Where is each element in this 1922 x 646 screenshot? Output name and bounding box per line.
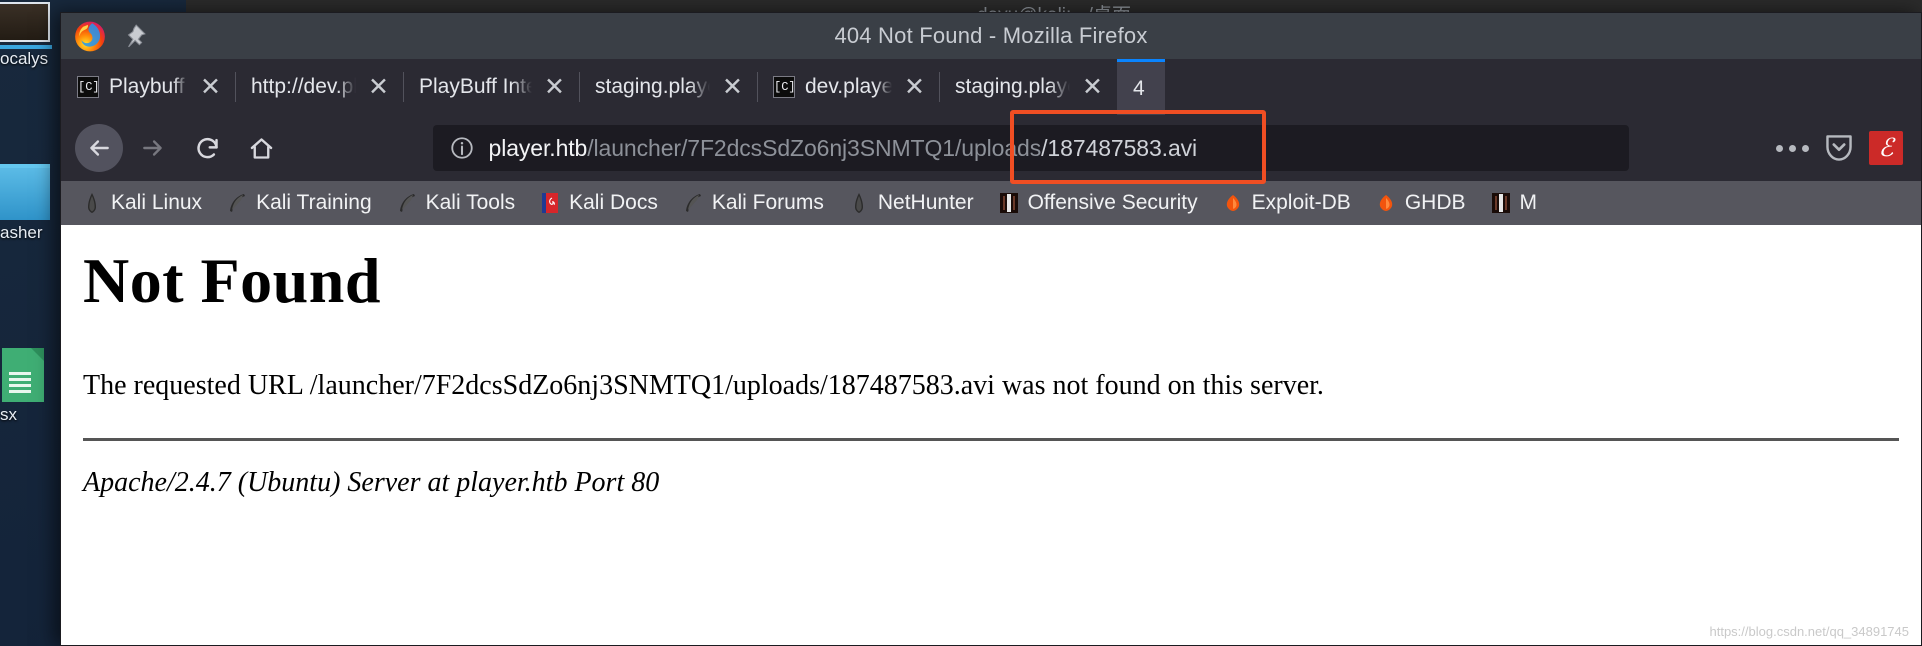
spreadsheet-file-icon (2, 348, 44, 402)
desktop-icon-label: ocalys (0, 49, 49, 68)
urlbar-container: player.htb/launcher/7F2dcsSdZo6nj3SNMTQ1… (291, 110, 1770, 184)
bookmark-label: Offensive Security (1027, 191, 1198, 214)
bookmark-label: Kali Docs (569, 191, 658, 214)
back-arrow-icon (90, 140, 109, 156)
browser-tab[interactable]: PlayBuff Internal C ✕ (403, 59, 579, 115)
bookmark-label: Kali Linux (111, 191, 203, 214)
tab-close-icon[interactable]: ✕ (198, 74, 223, 100)
kali-dragon-icon (854, 193, 863, 213)
tab-close-icon[interactable]: ✕ (720, 74, 745, 100)
tab-close-icon[interactable]: ✕ (902, 74, 927, 100)
bookmark-offensive-security[interactable]: Offensive Security (988, 188, 1208, 218)
bookmark-exploit-db[interactable]: Exploit-DB (1212, 188, 1361, 218)
tab-close-icon[interactable]: ✕ (542, 74, 567, 100)
blue-file-icon (0, 164, 50, 220)
bookmark-kali-forums[interactable]: Kali Forums (672, 188, 834, 218)
forward-arrow-icon (143, 140, 162, 156)
bookmark-kali-docs[interactable]: Kali Docs (529, 188, 668, 218)
tab-title: 4 (1133, 76, 1145, 100)
horizontal-divider (83, 438, 1899, 442)
error-description: The requested URL /launcher/7F2dcsSdZo6n… (83, 370, 1324, 402)
forward-button[interactable] (129, 124, 177, 172)
exploit-db-icon (1226, 195, 1239, 211)
address-bar[interactable]: player.htb/launcher/7F2dcsSdZo6nj3SNMTQ1… (432, 110, 1629, 184)
browser-tab[interactable]: staging.player.htb ✕ (939, 59, 1117, 115)
desktop-icon-spreadsheet[interactable]: sx (0, 348, 60, 425)
page-content: Not Found The requested URL /launcher/7F… (61, 225, 1921, 645)
bookmark-nethunter[interactable]: NetHunter (838, 188, 984, 218)
url-text[interactable]: player.htb/launcher/7F2dcsSdZo6nj3SNMTQ1… (489, 135, 1198, 162)
tab-close-icon[interactable]: ✕ (366, 74, 391, 100)
tab-title: staging.player.htb (595, 75, 710, 98)
server-signature: Apache/2.4.7 (Ubuntu) Server at player.h… (83, 467, 660, 499)
exploit-db-icon (1379, 195, 1393, 211)
bookmark-ghdb[interactable]: GHDB (1365, 188, 1476, 218)
page-info-icon[interactable] (449, 135, 475, 161)
photo-thumbnail-icon (0, 2, 50, 42)
reload-button[interactable] (183, 124, 231, 172)
window-brand-area (61, 13, 221, 59)
tab-title: Playbuff - Dev P (109, 75, 188, 98)
kali-docs-book-icon (542, 193, 559, 213)
browser-tab[interactable]: [C] dev.player.htbA ✕ (757, 59, 939, 115)
back-button[interactable] (75, 124, 123, 172)
tab-title: PlayBuff Internal C (419, 75, 533, 98)
home-button[interactable] (237, 124, 285, 172)
tab-favicon-icon: [C] (77, 76, 100, 98)
tab-strip[interactable]: [C] Playbuff - Dev P ✕ http://dev.player… (61, 59, 1921, 115)
toolbar-right-actions: ℰ (1776, 131, 1903, 165)
flash-extension-icon[interactable]: ℰ (1869, 131, 1903, 165)
offsec-icon (1491, 193, 1510, 213)
offsec-icon (999, 193, 1018, 213)
bookmark-label: M (1519, 191, 1538, 214)
page-title: Not Found (83, 245, 381, 316)
browser-tab-active[interactable]: 4 (1117, 59, 1165, 115)
firefox-window: 404 Not Found - Mozilla Firefox [C] Play… (60, 12, 1922, 646)
bookmark-kali-training[interactable]: Kali Training (216, 188, 382, 218)
bookmark-label: Kali Forums (711, 191, 824, 214)
tab-title: http://dev.player.h (251, 75, 357, 98)
tab-title: dev.player.htbA (805, 75, 893, 98)
bookmark-kali-tools[interactable]: Kali Tools (386, 188, 526, 218)
kali-feather-icon (685, 194, 701, 212)
bookmark-label: GHDB (1404, 191, 1466, 214)
desktop-icon-label: asher (0, 223, 43, 242)
more-options-icon[interactable] (1776, 144, 1809, 152)
url-host: player.htb (488, 134, 588, 161)
bookmark-label: NetHunter (877, 191, 974, 214)
tab-close-icon[interactable]: ✕ (1080, 74, 1105, 100)
desktop-icon-label: sx (0, 405, 17, 424)
bookmark-kali-linux[interactable]: Kali Linux (71, 188, 212, 218)
window-title: 404 Not Found - Mozilla Firefox (834, 23, 1148, 48)
url-path: /launcher/7F2dcsSdZo6nj3SNMTQ1/uploads (587, 134, 1042, 161)
bookmark-label: Kali Training (256, 191, 372, 214)
kali-feather-icon (230, 194, 246, 212)
bookmark-label: Kali Tools (425, 191, 516, 214)
kali-dragon-icon (88, 193, 96, 213)
desktop-icon-blue[interactable]: asher (0, 164, 60, 243)
browser-tab[interactable]: [C] Playbuff - Dev P ✕ (61, 59, 235, 115)
pin-icon[interactable] (121, 23, 147, 49)
bookmarks-toolbar[interactable]: Kali Linux Kali Training Kali Tools Kali… (61, 181, 1921, 225)
browser-tab[interactable]: http://dev.player.h ✕ (235, 59, 403, 115)
pocket-icon[interactable] (1825, 133, 1853, 163)
tab-favicon-icon: [C] (773, 76, 796, 98)
desktop-icon-photo[interactable]: ocalys (0, 2, 60, 69)
document-lines-icon (9, 372, 31, 396)
home-icon (250, 137, 272, 159)
bookmark-label: Exploit-DB (1251, 191, 1351, 214)
firefox-logo-icon (75, 21, 105, 52)
reload-icon (196, 137, 218, 158)
window-titlebar[interactable]: 404 Not Found - Mozilla Firefox (61, 13, 1921, 59)
kali-feather-icon (399, 194, 415, 212)
watermark-text: https://blog.csdn.net/qq_34891745 (1709, 624, 1910, 639)
tab-title: staging.player.htb (955, 75, 1070, 98)
bookmark-more[interactable]: M (1480, 188, 1548, 218)
browser-tab[interactable]: staging.player.htb ✕ (579, 59, 757, 115)
url-path-highlighted: /187487583.avi (1041, 134, 1198, 161)
navigation-toolbar[interactable]: player.htb/launcher/7F2dcsSdZo6nj3SNMTQ1… (61, 110, 1921, 184)
